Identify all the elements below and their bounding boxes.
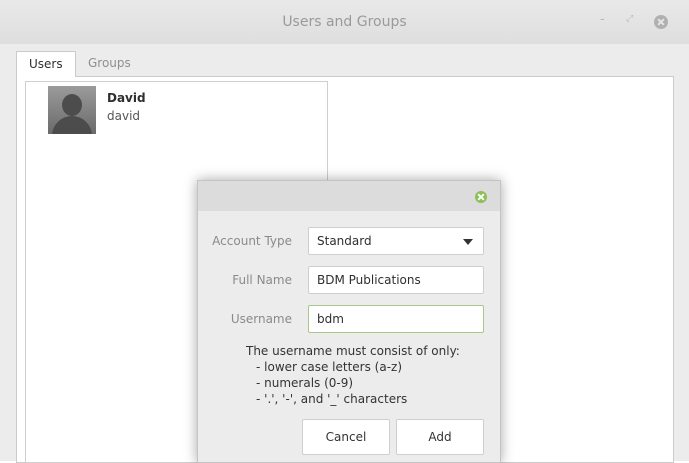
user-login-name: david xyxy=(107,109,141,123)
tab-groups[interactable]: Groups xyxy=(76,51,143,76)
minimize-button[interactable]: - xyxy=(600,13,605,26)
rule-item: - numerals (0-9) xyxy=(256,376,354,390)
user-display-name[interactable]: David xyxy=(107,91,146,105)
cancel-button[interactable]: Cancel xyxy=(302,419,390,455)
full-name-value: BDM Publications xyxy=(317,273,421,287)
tab-users[interactable]: Users xyxy=(16,51,76,77)
avatar-body xyxy=(52,116,92,134)
username-label: Username xyxy=(230,312,292,326)
add-user-dialog: Account Type Standard Full Name BDM Publ… xyxy=(197,180,501,463)
chevron-down-icon xyxy=(463,239,473,245)
avatar-head xyxy=(62,94,82,116)
maximize-button[interactable]: ⤢ xyxy=(626,15,633,24)
add-button[interactable]: Add xyxy=(396,419,484,455)
username-value: bdm xyxy=(317,312,344,326)
user-avatar-icon[interactable] xyxy=(48,86,96,134)
username-field[interactable]: bdm xyxy=(308,305,484,333)
window-titlebar: Users and Groups - ⤢ xyxy=(0,0,689,45)
dialog-close-icon[interactable] xyxy=(475,191,487,203)
account-type-label: Account Type xyxy=(212,234,292,248)
window-title: Users and Groups xyxy=(282,14,407,30)
account-type-select[interactable]: Standard xyxy=(308,227,484,255)
rule-item: - '.', '-', and '_' characters xyxy=(256,392,408,406)
full-name-label: Full Name xyxy=(232,273,292,287)
rules-heading: The username must consist of only: xyxy=(246,344,460,358)
close-icon[interactable] xyxy=(654,15,668,29)
full-name-field[interactable]: BDM Publications xyxy=(308,266,484,294)
account-type-value: Standard xyxy=(317,234,372,248)
rule-item: - lower case letters (a-z) xyxy=(256,360,403,374)
dialog-titlebar xyxy=(198,181,500,211)
username-rules: The username must consist of only: - low… xyxy=(246,343,460,407)
